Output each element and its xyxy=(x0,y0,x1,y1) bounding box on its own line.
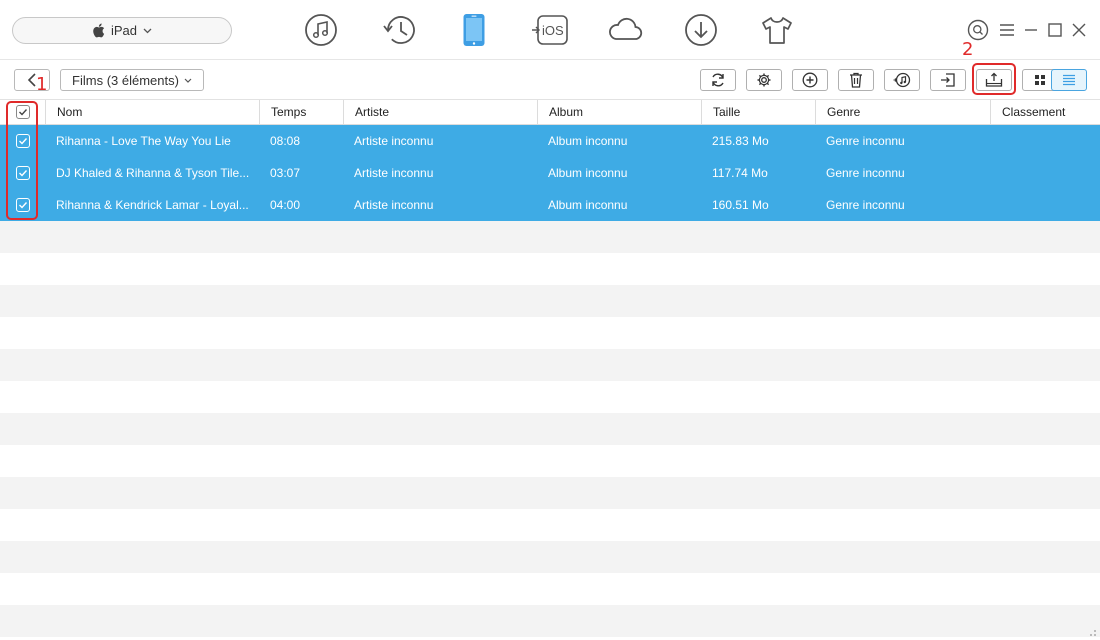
download-icon[interactable] xyxy=(681,10,721,50)
cell-time: 03:07 xyxy=(270,166,301,180)
category-dropdown[interactable]: Films (3 éléments) xyxy=(60,69,204,91)
history-icon[interactable] xyxy=(379,10,419,50)
chevron-down-icon xyxy=(143,28,152,33)
checkmark-icon xyxy=(19,138,28,145)
music-icon[interactable] xyxy=(301,10,341,50)
ipad-icon[interactable] xyxy=(454,10,494,50)
checkmark-icon xyxy=(19,170,28,177)
column-header-album[interactable]: Album xyxy=(537,100,702,125)
ios-label: iOS xyxy=(542,23,564,38)
add-button[interactable] xyxy=(792,69,828,91)
cell-time: 08:08 xyxy=(270,134,301,148)
column-header-size[interactable]: Taille xyxy=(701,100,816,125)
cell-album: Album inconnu xyxy=(548,134,628,148)
cell-time: 04:00 xyxy=(270,198,301,212)
empty-row xyxy=(0,445,1100,477)
export-to-pc-icon xyxy=(985,72,1003,87)
cell-rating xyxy=(990,157,1100,189)
file-list: Rihanna - Love The Way You Lie 08:08 Art… xyxy=(0,125,1100,640)
checkmark-icon xyxy=(19,109,28,116)
row-checkbox[interactable] xyxy=(16,198,30,212)
itunes-icon xyxy=(893,72,911,88)
cell-genre: Genre inconnu xyxy=(826,198,905,212)
step-number-1: 1 xyxy=(36,74,48,95)
list-view-icon xyxy=(1063,74,1075,86)
tshirt-icon[interactable] xyxy=(757,10,797,50)
export-to-pc-button[interactable] xyxy=(976,69,1012,91)
select-all-cell xyxy=(0,100,46,125)
empty-row xyxy=(0,317,1100,349)
settings-button[interactable] xyxy=(746,69,782,91)
column-header-genre[interactable]: Genre xyxy=(815,100,991,125)
cell-artist: Artiste inconnu xyxy=(354,166,434,180)
cell-album: Album inconnu xyxy=(548,166,628,180)
cell-album: Album inconnu xyxy=(548,198,628,212)
cell-genre: Genre inconnu xyxy=(826,134,905,148)
list-view-button[interactable] xyxy=(1051,69,1087,91)
cell-name: Rihanna - Love The Way You Lie xyxy=(56,134,231,148)
column-header-artist[interactable]: Artiste xyxy=(343,100,538,125)
import-icon xyxy=(941,73,955,87)
close-icon[interactable] xyxy=(1067,18,1091,42)
delete-icon xyxy=(850,72,862,88)
resize-grip-icon[interactable] xyxy=(1089,629,1097,637)
category-dropdown-label: Films (3 éléments) xyxy=(72,72,179,88)
cell-rating xyxy=(990,189,1100,221)
table-row[interactable]: Rihanna & Kendrick Lamar - Loyal... 04:0… xyxy=(0,189,1100,221)
step-number-2: 2 xyxy=(962,39,974,60)
empty-row xyxy=(0,477,1100,509)
cell-artist: Artiste inconnu xyxy=(354,134,434,148)
column-header-name[interactable]: Nom xyxy=(45,100,260,125)
empty-row xyxy=(0,381,1100,413)
cell-rating xyxy=(990,125,1100,157)
select-all-checkbox[interactable] xyxy=(16,105,30,119)
device-selector[interactable]: iPad xyxy=(12,17,232,44)
empty-row xyxy=(0,541,1100,573)
table-row[interactable]: Rihanna - Love The Way You Lie 08:08 Art… xyxy=(0,125,1100,157)
cell-name: Rihanna & Kendrick Lamar - Loyal... xyxy=(56,198,249,212)
empty-row xyxy=(0,253,1100,285)
delete-button[interactable] xyxy=(838,69,874,91)
add-icon xyxy=(802,72,818,88)
import-button[interactable] xyxy=(930,69,966,91)
cell-size: 160.51 Mo xyxy=(712,198,769,212)
maximize-icon[interactable] xyxy=(1043,18,1067,42)
grid-view-icon xyxy=(1035,75,1045,85)
cell-genre: Genre inconnu xyxy=(826,166,905,180)
cell-size: 117.74 Mo xyxy=(712,166,768,180)
apple-icon xyxy=(93,23,105,38)
menu-icon[interactable] xyxy=(995,18,1019,42)
ios-transfer-icon[interactable]: iOS xyxy=(530,10,570,50)
cell-artist: Artiste inconnu xyxy=(354,198,434,212)
empty-row xyxy=(0,285,1100,317)
refresh-button[interactable] xyxy=(700,69,736,91)
table-header: Nom Temps Artiste Album Taille Genre Cla… xyxy=(0,100,1100,125)
empty-row xyxy=(0,605,1100,637)
settings-icon xyxy=(757,73,771,87)
row-checkbox[interactable] xyxy=(16,134,30,148)
cloud-icon[interactable] xyxy=(605,10,645,50)
empty-row xyxy=(0,349,1100,381)
column-header-rating[interactable]: Classement xyxy=(990,100,1100,125)
empty-row xyxy=(0,573,1100,605)
minimize-icon[interactable] xyxy=(1019,18,1043,42)
top-bar: iPad iOS xyxy=(0,0,1100,60)
row-checkbox[interactable] xyxy=(16,166,30,180)
column-header-time[interactable]: Temps xyxy=(259,100,344,125)
empty-row xyxy=(0,413,1100,445)
table-row[interactable]: DJ Khaled & Rihanna & Tyson Tile... 03:0… xyxy=(0,157,1100,189)
empty-row xyxy=(0,221,1100,253)
refresh-icon xyxy=(712,73,724,87)
empty-row xyxy=(0,509,1100,541)
toolbar: Films (3 éléments) xyxy=(0,60,1100,100)
checkmark-icon xyxy=(19,202,28,209)
chevron-down-icon xyxy=(184,78,192,83)
device-name: iPad xyxy=(110,23,138,38)
itunes-button[interactable] xyxy=(884,69,920,91)
cell-size: 215.83 Mo xyxy=(712,134,769,148)
cell-name: DJ Khaled & Rihanna & Tyson Tile... xyxy=(56,166,250,180)
